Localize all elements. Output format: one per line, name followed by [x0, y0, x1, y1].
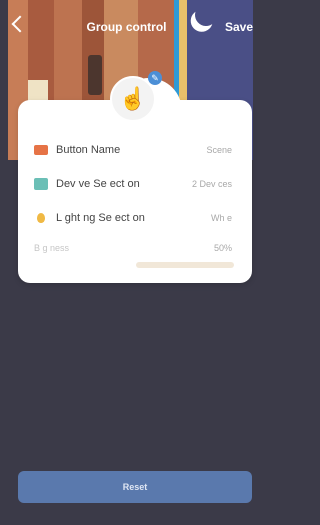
page-title: Group control: [86, 20, 167, 34]
brightness-slider[interactable]: [136, 262, 234, 268]
setting-row-lighting-selection[interactable]: L ght ng Se ect on Wh e: [18, 206, 252, 230]
device-icon: [34, 178, 48, 190]
save-button[interactable]: Save: [225, 20, 253, 34]
setting-label: L ght ng Se ect on: [56, 212, 145, 224]
setting-row-device-selection[interactable]: Dev ve Se ect on 2 Dev ces: [18, 172, 252, 196]
setting-value: Wh e: [210, 213, 232, 223]
top-bar: Group control Save: [0, 0, 253, 56]
bulb-icon: [37, 213, 45, 223]
hero-decor: [28, 80, 48, 102]
setting-row-button-name[interactable]: Button Name Scene: [18, 138, 252, 162]
setting-value: Scene: [206, 145, 232, 155]
setting-value: 2 Dev ces: [191, 179, 232, 189]
pencil-icon[interactable]: ✎: [148, 71, 162, 85]
button-icon: [34, 145, 48, 155]
brightness-row: B g ness 50%: [18, 236, 252, 260]
brightness-label: B g ness: [34, 243, 70, 253]
reset-button[interactable]: Reset: [18, 471, 252, 503]
brightness-value: 50%: [213, 243, 232, 253]
setting-label: Button Name: [56, 144, 121, 156]
hero-decor: [88, 55, 102, 95]
setting-label: Dev ve Se ect on: [56, 178, 140, 190]
